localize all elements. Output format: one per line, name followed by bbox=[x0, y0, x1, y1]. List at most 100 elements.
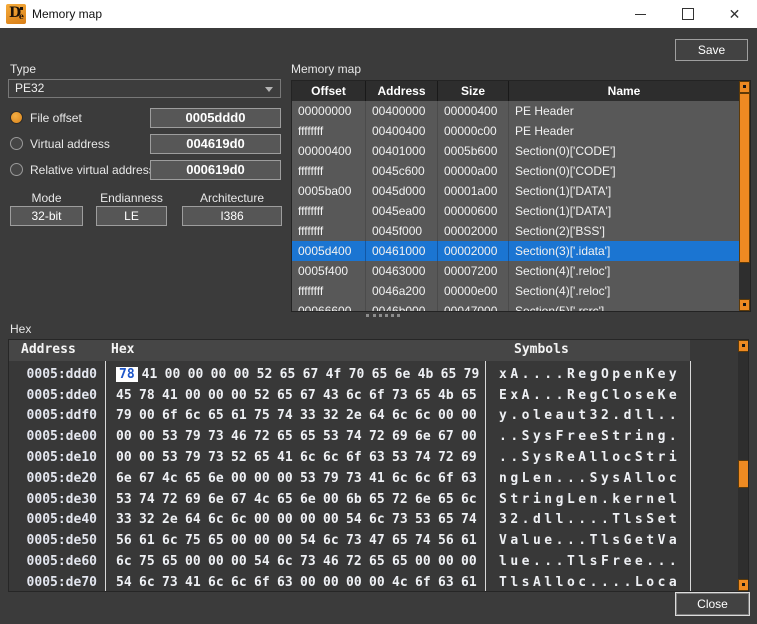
hex-row[interactable]: 0005:dde0457841000000526567436c6f73654b6… bbox=[9, 385, 738, 406]
hex-row[interactable]: 0005:de30537472696e674c656e006b65726e656… bbox=[9, 489, 738, 510]
virtual-address-field[interactable]: 004619d0 bbox=[150, 134, 281, 154]
memory-map-cell: 00007200 bbox=[438, 261, 509, 281]
hex-body[interactable]: 0005:ddd07841000000005265674f70656e4b657… bbox=[9, 361, 738, 592]
hex-symbols: ExA...RegCloseKe bbox=[485, 388, 738, 403]
close-button[interactable]: Close bbox=[676, 593, 749, 615]
memory-map-cell: 00400000 bbox=[366, 101, 438, 121]
hex-address: 0005:ddd0 bbox=[9, 367, 105, 382]
relative-virtual-address-field[interactable]: 000619d0 bbox=[150, 160, 281, 180]
hex-row[interactable]: 0005:de606c7565000000546c734672656500000… bbox=[9, 551, 738, 572]
memory-map-cell: Section(0)['CODE'] bbox=[509, 161, 739, 181]
scroll-up-icon[interactable] bbox=[738, 340, 749, 352]
radio-virtual-address[interactable] bbox=[10, 137, 23, 150]
hex-address: 0005:de60 bbox=[9, 554, 105, 569]
column-header-size[interactable]: Size bbox=[438, 81, 509, 101]
memory-map-cell: 00461000 bbox=[366, 241, 438, 261]
hex-scrollbar-thumb[interactable] bbox=[738, 460, 749, 488]
memory-map-cell: 00400400 bbox=[366, 121, 438, 141]
hex-symbols: ngLen...SysAlloc bbox=[485, 471, 738, 486]
hex-row[interactable]: 0005:de1000005379735265416c6c6f635374726… bbox=[9, 447, 738, 468]
file-offset-field[interactable]: 0005ddd0 bbox=[150, 108, 281, 128]
architecture-button[interactable]: I386 bbox=[182, 206, 282, 226]
window-title: Memory map bbox=[32, 0, 102, 28]
column-header-name[interactable]: Name bbox=[509, 81, 739, 101]
title-bar: D e Memory map ✕ bbox=[0, 0, 757, 28]
save-button[interactable]: Save bbox=[675, 39, 748, 61]
hex-address: 0005:de70 bbox=[9, 575, 105, 590]
memory-map-cell: ffffffff bbox=[292, 201, 366, 221]
radio-file-offset[interactable] bbox=[10, 111, 23, 124]
hex-address: 0005:de10 bbox=[9, 450, 105, 465]
scroll-down-icon[interactable] bbox=[739, 299, 750, 311]
column-header-offset[interactable]: Offset bbox=[292, 81, 366, 101]
memory-map-row[interactable]: 0005d4000046100000002000Section(3)['.ida… bbox=[292, 241, 750, 261]
hex-bytes: 537472696e674c656e006b65726e656c bbox=[105, 492, 485, 507]
type-combobox[interactable]: PE32 bbox=[8, 79, 281, 98]
splitter-handle[interactable] bbox=[366, 314, 400, 320]
radio-virtual-address-label[interactable]: Virtual address bbox=[30, 137, 110, 151]
memory-map-cell: 0005ba00 bbox=[292, 181, 366, 201]
memory-map-row[interactable]: 000000000040000000000400PE Header bbox=[292, 101, 750, 121]
memory-map-row[interactable]: 0005ba000045d00000001a00Section(1)['DATA… bbox=[292, 181, 750, 201]
hex-symbols: ..SysReAllocStri bbox=[485, 450, 738, 465]
hex-address: 0005:de00 bbox=[9, 429, 105, 444]
memory-map-cell: Section(3)['.idata'] bbox=[509, 241, 739, 261]
scroll-up-icon[interactable] bbox=[739, 81, 750, 93]
memory-map-row[interactable]: ffffffff0046a20000000e00Section(4)['.rel… bbox=[292, 281, 750, 301]
hex-byte-cursor: 78 bbox=[116, 367, 138, 382]
hex-header: Address Hex Symbols bbox=[9, 340, 690, 361]
memory-map-row[interactable]: ffffffff0045c60000000a00Section(0)['CODE… bbox=[292, 161, 750, 181]
memory-map-row[interactable]: 00000400004010000005b600Section(0)['CODE… bbox=[292, 141, 750, 161]
endianness-button[interactable]: LE bbox=[96, 206, 167, 226]
hex-symbols: 32.dll....TlsSet bbox=[485, 512, 738, 527]
hex-symbols: StringLen.kernel bbox=[485, 492, 738, 507]
mode-button[interactable]: 32-bit bbox=[10, 206, 83, 226]
memory-map-cell: 00001a00 bbox=[438, 181, 509, 201]
memory-map-cell: 0046b000 bbox=[366, 301, 438, 312]
column-header-address[interactable]: Address bbox=[366, 81, 438, 101]
app-icon-sub: e bbox=[19, 11, 24, 21]
close-window-button[interactable]: ✕ bbox=[712, 0, 757, 28]
hex-row[interactable]: 0005:de206e674c656e000000537973416c6c6f6… bbox=[9, 468, 738, 489]
mode-label: Mode bbox=[10, 191, 83, 205]
hex-label: Hex bbox=[10, 322, 31, 336]
memory-map-row[interactable]: ffffffff0045f00000002000Section(2)['BSS'… bbox=[292, 221, 750, 241]
memory-map-cell: 0045c600 bbox=[366, 161, 438, 181]
hex-bytes: 00005379735265416c6c6f6353747269 bbox=[105, 450, 485, 465]
hex-scrollbar[interactable] bbox=[738, 340, 749, 591]
memory-map-row[interactable]: ffffffff0045ea0000000600Section(1)['DATA… bbox=[292, 201, 750, 221]
memory-map-cell: 00000e00 bbox=[438, 281, 509, 301]
memory-map-cell: PE Header bbox=[509, 101, 739, 121]
memory-map-cell: 00463000 bbox=[366, 261, 438, 281]
memory-map-row[interactable]: 000666000046b00000047000Section(5)['.rsr… bbox=[292, 301, 750, 312]
hex-address: 0005:de30 bbox=[9, 492, 105, 507]
hex-row[interactable]: 0005:de5056616c7565000000546c73476574566… bbox=[9, 530, 738, 551]
hex-row[interactable]: 0005:ddd07841000000005265674f70656e4b657… bbox=[9, 364, 738, 385]
radio-file-offset-label[interactable]: File offset bbox=[30, 111, 82, 125]
memory-map-cell: Section(2)['BSS'] bbox=[509, 221, 739, 241]
memory-map-row[interactable]: 0005f4000046300000007200Section(4)['.rel… bbox=[292, 261, 750, 281]
hex-address: 0005:de50 bbox=[9, 533, 105, 548]
hex-row[interactable]: 0005:de70546c73416c6c6f63000000004c6f636… bbox=[9, 572, 738, 592]
memory-map-cell: Section(1)['DATA'] bbox=[509, 201, 739, 221]
hex-symbols: Value...TlsGetVa bbox=[485, 533, 738, 548]
hex-row[interactable]: 0005:de00000053797346726565537472696e670… bbox=[9, 426, 738, 447]
maximize-button[interactable] bbox=[665, 0, 710, 28]
hex-row[interactable]: 0005:ddf079006f6c6561757433322e646c6c000… bbox=[9, 406, 738, 427]
hex-bytes: 79006f6c6561757433322e646c6c0000 bbox=[105, 408, 485, 423]
radio-relative-virtual-address[interactable] bbox=[10, 163, 23, 176]
radio-relative-virtual-address-label[interactable]: Relative virtual address bbox=[30, 163, 155, 177]
memory-map-cell: 00002000 bbox=[438, 241, 509, 261]
minimize-button[interactable] bbox=[618, 0, 663, 28]
memory-map-scrollbar[interactable] bbox=[739, 81, 750, 311]
hex-row[interactable]: 0005:de4033322e646c6c00000000546c7353657… bbox=[9, 510, 738, 531]
hex-bytes: 6c7565000000546c7346726565000000 bbox=[105, 554, 485, 569]
hex-bytes: 6e674c656e000000537973416c6c6f63 bbox=[105, 471, 485, 486]
memory-map-cell: 0045d000 bbox=[366, 181, 438, 201]
scroll-down-icon[interactable] bbox=[738, 579, 749, 591]
memory-map-cell: ffffffff bbox=[292, 161, 366, 181]
memory-map-scrollbar-thumb[interactable] bbox=[739, 93, 750, 263]
memory-map-row[interactable]: ffffffff0040040000000c00PE Header bbox=[292, 121, 750, 141]
chevron-down-icon bbox=[265, 87, 273, 92]
type-label: Type bbox=[10, 62, 36, 76]
